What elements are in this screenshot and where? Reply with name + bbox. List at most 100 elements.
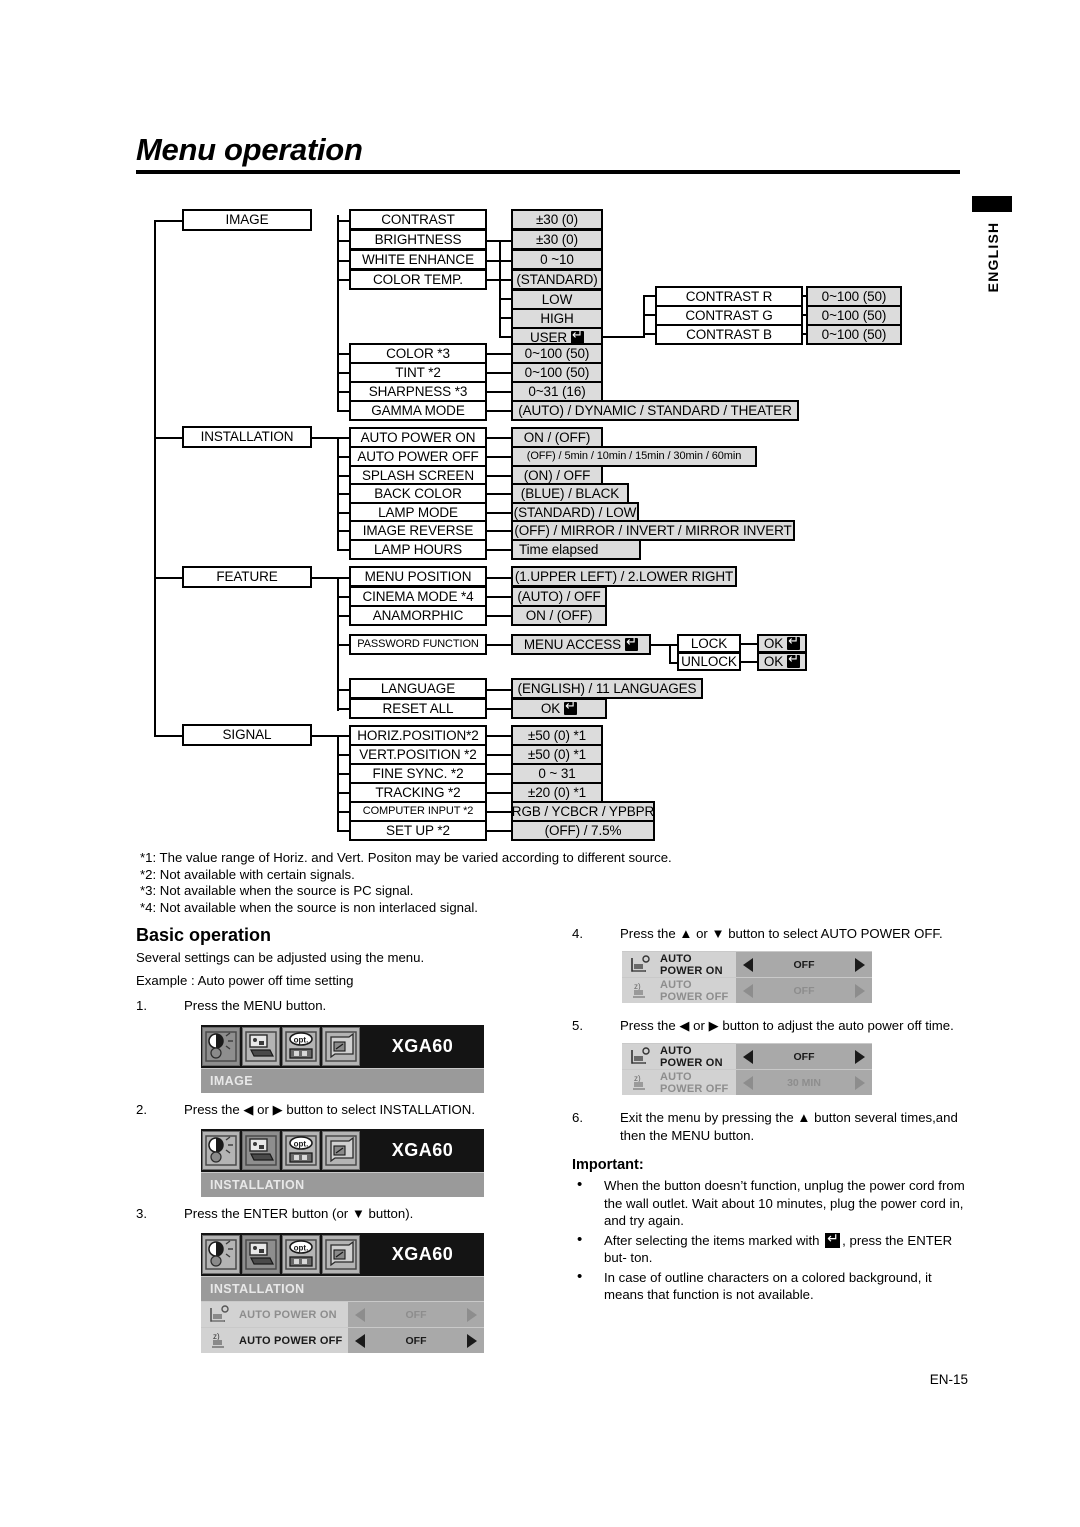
osd-row-value: OFF	[793, 958, 815, 971]
tree-value-brightness: ±30 (0)	[511, 229, 603, 250]
auto-power-off-icon: z)	[201, 1328, 239, 1353]
tree-value-set-up: (OFF) / 7.5%	[511, 820, 655, 841]
tree-item-password-function: PASSWORD FUNCTION	[349, 634, 487, 655]
installation-connector-2	[337, 475, 349, 477]
installation-tab-icon[interactable]	[242, 1027, 280, 1066]
svg-text:z): z)	[213, 1332, 220, 1341]
feat-val-conn-3	[487, 644, 511, 646]
osd-row-auto-power-on[interactable]: AUTO POWER ON OFF	[622, 951, 872, 977]
right-arrow-icon[interactable]	[855, 1049, 865, 1064]
tree-value-menu-access: MENU ACCESS	[511, 634, 651, 655]
left-arrow-icon[interactable]	[355, 1307, 365, 1322]
sig-val-conn-5	[487, 830, 511, 832]
tree-value-back-color: (BLUE) / BLACK	[511, 483, 629, 504]
osd-row-auto-power-off[interactable]: z) AUTO POWER OFF OFF	[201, 1327, 484, 1353]
basic-operation-column: Basic operation Several settings can be …	[136, 925, 496, 1353]
installation-root-line	[312, 437, 349, 439]
feature-connector-2	[337, 615, 349, 617]
footnote-2: *2: Not available with certain signals.	[140, 866, 355, 882]
osd-row-label: AUTO POWER ON	[660, 1044, 736, 1069]
osd-row-adjuster[interactable]: OFF	[348, 1302, 484, 1327]
right-arrow-icon[interactable]	[467, 1307, 477, 1322]
tree-item-password-function-label: PASSWORD FUNCTION	[357, 638, 479, 650]
left-arrow-icon[interactable]	[743, 1049, 753, 1064]
enter-icon	[625, 635, 639, 651]
installation-connector-6	[337, 549, 349, 551]
left-arrow-icon[interactable]	[743, 983, 753, 998]
left-arrow-icon[interactable]	[743, 957, 753, 972]
tree-value-contrast: ±30 (0)	[511, 209, 603, 230]
step-1: 1. Press the MENU button.	[136, 997, 496, 1015]
svg-text:opt.: opt.	[294, 1036, 309, 1045]
tree-item-back-color: BACK COLOR	[349, 483, 487, 504]
signal-tab-icon[interactable]	[322, 1235, 360, 1274]
osd-row-auto-power-on[interactable]: AUTO POWER ON OFF	[201, 1301, 484, 1327]
option-tab-icon[interactable]: opt.	[282, 1235, 320, 1274]
signal-tab-icon[interactable]	[322, 1027, 360, 1066]
important-bullet-2-pre: After selecting the items marked with	[604, 1232, 820, 1248]
tree-value-fine-sync: 0 ~ 31	[511, 763, 603, 784]
tree-item-sharpness-label: SHARPNESS *3	[368, 383, 468, 399]
tree-value-lock-ok-text: OK	[763, 635, 784, 651]
right-arrow-icon[interactable]	[855, 983, 865, 998]
important-bullet-1: When the button doesn’t function, unplug…	[572, 1176, 972, 1230]
tree-item-lock: LOCK	[677, 634, 741, 653]
tree-value-gamma-mode-text: (AUTO) / DYNAMIC / STANDARD / THEATER	[518, 402, 792, 418]
tree-item-vert-position: VERT.POSITION *2	[349, 744, 487, 765]
image-tab-icon[interactable]	[202, 1027, 240, 1066]
right-arrow-icon[interactable]	[855, 1075, 865, 1090]
step-2-number: 2.	[136, 1102, 147, 1117]
osd-row-adjuster[interactable]: OFF	[736, 952, 872, 977]
installation-tab-icon[interactable]	[242, 1235, 280, 1274]
osd-row-auto-power-on[interactable]: AUTO POWER ON OFF	[622, 1043, 872, 1069]
tree-item-lamp-hours-label: LAMP HOURS	[373, 541, 463, 557]
tree-item-contrast-b-label: CONTRAST B	[686, 326, 772, 342]
tree-item-back-color-label: BACK COLOR	[374, 485, 462, 501]
right-arrow-icon[interactable]	[855, 957, 865, 972]
signal-tab-icon[interactable]	[322, 1131, 360, 1170]
tree-item-vert-position-label: VERT.POSITION *2	[359, 746, 477, 762]
color-temp-connector-high	[499, 317, 511, 319]
tree-item-gamma-mode-label: GAMMA MODE	[371, 402, 465, 418]
sig-val-conn-1	[487, 754, 511, 756]
tree-item-set-up-label: SET UP *2	[386, 822, 450, 838]
tree-value-color-temp-standard-text: (STANDARD)	[516, 271, 598, 287]
osd-row-adjuster[interactable]: OFF	[736, 1044, 872, 1069]
tree-item-cinema-mode-label: CINEMA MODE *4	[362, 588, 474, 604]
tree-item-contrast-label: CONTRAST	[381, 211, 455, 227]
tree-value-anamorphic-text: ON / (OFF)	[525, 607, 593, 623]
inst-val-conn-3	[487, 493, 511, 495]
svg-text:opt.: opt.	[294, 1140, 309, 1149]
right-arrow-icon[interactable]	[467, 1333, 477, 1348]
left-arrow-icon[interactable]	[355, 1333, 365, 1348]
osd-row-auto-power-off[interactable]: z) AUTO POWER OFF 30 MIN	[622, 1069, 872, 1095]
inst-val-conn-2	[487, 475, 511, 477]
step-4-text: Press the ▲ or ▼ button to select AUTO P…	[620, 926, 943, 941]
osd-signal-label: XGA60	[391, 1140, 454, 1160]
step-3-text: Press the ENTER button (or ▼ button).	[184, 1206, 414, 1221]
left-arrow-icon[interactable]	[743, 1075, 753, 1090]
image-tab-icon[interactable]	[202, 1131, 240, 1170]
option-tab-icon[interactable]: opt.	[282, 1131, 320, 1170]
osd-row-adjuster[interactable]: OFF	[348, 1328, 484, 1353]
footnote-3: *3: Not available when the source is PC …	[140, 883, 414, 898]
osd-row-auto-power-off[interactable]: z) AUTO POWER OFF OFF	[622, 977, 872, 1003]
enter-icon	[825, 1230, 841, 1248]
sig-val-conn-2	[487, 773, 511, 775]
osd-tab-strip: opt.	[201, 1129, 361, 1172]
sig-val-conn-0	[487, 735, 511, 737]
osd-row-adjuster[interactable]: OFF	[736, 978, 872, 1003]
osd-screen-step4: AUTO POWER ON OFF z) AUTO POWER OFF OFF	[622, 951, 872, 1003]
osd-row-adjuster[interactable]: 30 MIN	[736, 1070, 872, 1095]
tree-root-installation-label: INSTALLATION	[200, 429, 294, 445]
image-tab-icon[interactable]	[202, 1235, 240, 1274]
tree-value-auto-power-on: ON / (OFF)	[511, 427, 603, 448]
option-tab-icon[interactable]: opt.	[282, 1027, 320, 1066]
user-children-spine	[643, 295, 645, 338]
inst-val-conn-4	[487, 512, 511, 514]
installation-tab-icon[interactable]	[242, 1131, 280, 1170]
tree-item-anamorphic-label: ANAMORPHIC	[372, 607, 464, 623]
tree-value-contrast-g-text: 0~100 (50)	[821, 307, 887, 323]
tree-value-contrast-g: 0~100 (50)	[806, 305, 902, 326]
svg-text:z): z)	[634, 1074, 641, 1083]
